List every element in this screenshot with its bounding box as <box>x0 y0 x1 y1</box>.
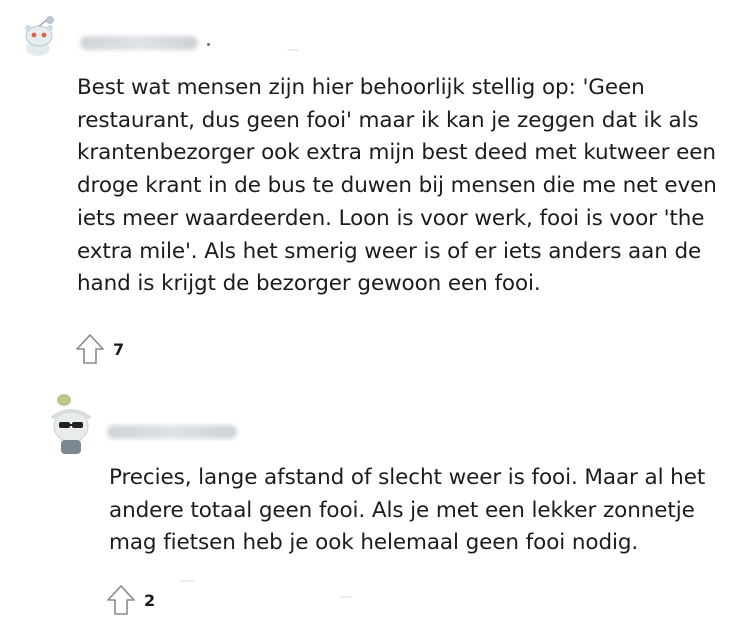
comment-line: Best wat mensen zijn hier behoorlijk ste… <box>77 75 645 100</box>
timestamp <box>287 49 299 51</box>
comment-line: krantenbezorger ook extra mijn best deed… <box>77 140 716 166</box>
comment-body: Precies, lange afstand of slecht weer is… <box>109 462 729 560</box>
divider <box>340 596 352 598</box>
avatar[interactable] <box>14 8 62 56</box>
comment-line: iets meer waardeerden. Loon is voor werk… <box>77 205 705 231</box>
divider <box>179 580 195 582</box>
upvote-button[interactable]: 2 <box>106 584 155 616</box>
snoo-avatar-icon <box>50 394 92 454</box>
username[interactable] <box>107 425 237 439</box>
comment-line: restaurant, dus geen fooi' maar ik kan j… <box>77 107 699 133</box>
upvote-arrow-icon <box>107 585 135 615</box>
comment-line: andere totaal geen fooi. Als je met een … <box>109 497 695 523</box>
comment-line: mag fietsen heb je ook helemaal geen foo… <box>109 530 639 556</box>
upvote-button[interactable]: 7 <box>75 333 124 365</box>
comment-line: hand is krijgt de bezorger gewoon een fo… <box>77 271 541 297</box>
upvote-count: 7 <box>113 339 125 359</box>
snoo-avatar-icon <box>14 8 62 56</box>
comment-line: droge krant in de bus te duwen bij mense… <box>77 173 717 199</box>
username[interactable] <box>80 36 198 50</box>
comment-line: extra mile'. Als het smerig weer is of e… <box>77 238 702 264</box>
upvote-count: 2 <box>144 590 156 610</box>
comment-body: Best wat mensen zijn hier behoorlijk ste… <box>77 72 727 301</box>
comment-line: Precies, lange afstand of slecht weer is… <box>109 465 706 490</box>
avatar[interactable] <box>46 392 96 458</box>
upvote-arrow-icon <box>76 334 104 364</box>
separator-dot <box>207 43 210 46</box>
